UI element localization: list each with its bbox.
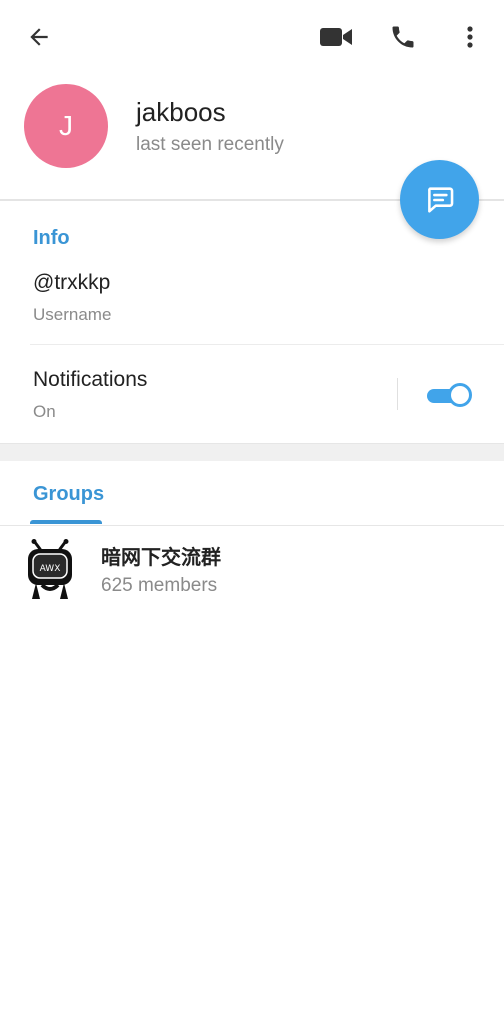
send-message-button[interactable] bbox=[400, 160, 479, 239]
phone-icon bbox=[392, 26, 414, 48]
info-section-title: Info bbox=[33, 227, 70, 249]
back-button[interactable] bbox=[17, 15, 61, 59]
tab-groups[interactable]: Groups bbox=[33, 483, 104, 506]
section-gap bbox=[0, 443, 504, 461]
notifications-toggle[interactable] bbox=[427, 383, 473, 407]
tab-divider bbox=[0, 525, 504, 526]
notifications-state: On bbox=[33, 402, 56, 421]
call-button[interactable] bbox=[381, 15, 425, 59]
tab-active-indicator bbox=[30, 520, 102, 524]
notifications-label: Notifications bbox=[33, 368, 148, 391]
group-avatar-text: AWX bbox=[40, 564, 61, 574]
last-seen-status: last seen recently bbox=[136, 134, 284, 155]
username-label: Username bbox=[33, 305, 112, 324]
toggle-knob bbox=[448, 383, 472, 407]
more-vertical-icon bbox=[467, 26, 473, 48]
group-name: 暗网下交流群 bbox=[101, 545, 221, 569]
video-call-button[interactable] bbox=[314, 15, 358, 59]
profile-name: jakboos bbox=[136, 97, 226, 127]
avatar-letter: J bbox=[59, 110, 73, 141]
video-camera-icon bbox=[320, 28, 352, 46]
arrow-left-icon bbox=[30, 28, 48, 46]
username-value: @trxkkp bbox=[33, 271, 111, 294]
group-avatar: AWX bbox=[28, 539, 72, 599]
more-options-button[interactable] bbox=[448, 15, 492, 59]
vertical-divider bbox=[397, 378, 398, 410]
group-member-count: 625 members bbox=[101, 575, 218, 596]
row-divider bbox=[30, 344, 504, 345]
avatar[interactable]: J bbox=[24, 84, 108, 168]
message-icon bbox=[427, 186, 453, 213]
